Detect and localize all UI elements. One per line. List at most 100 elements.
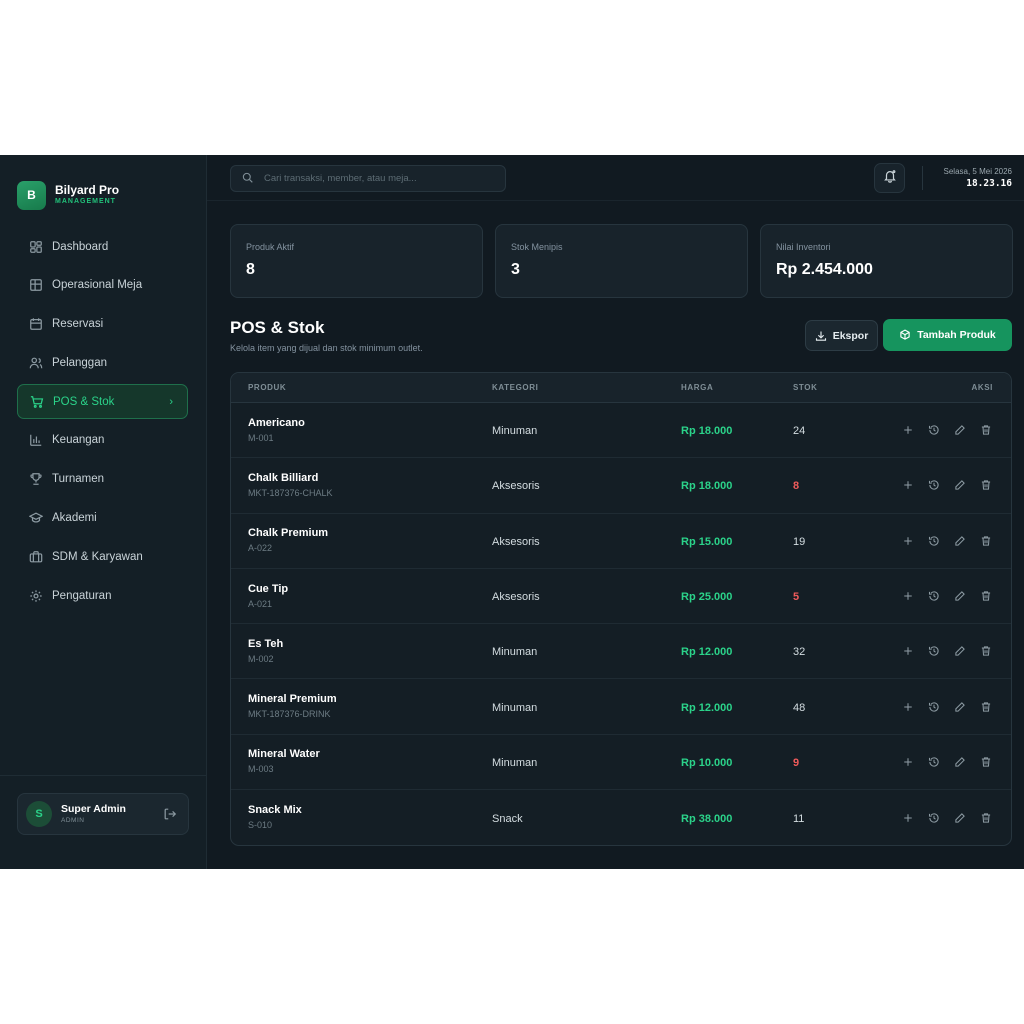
search-icon xyxy=(242,170,253,188)
table-grid-icon xyxy=(29,278,43,292)
column-header-harga[interactable]: HARGA xyxy=(681,383,793,392)
edit-icon[interactable] xyxy=(953,811,967,825)
sidebar-item-keuangan[interactable]: Keuangan xyxy=(17,423,188,458)
plus-icon[interactable] xyxy=(901,644,915,658)
edit-icon[interactable] xyxy=(953,755,967,769)
table-row[interactable]: Chalk Premium A-022 Aksesoris Rp 15.000 … xyxy=(231,514,1011,569)
trash-icon[interactable] xyxy=(979,478,993,492)
table-row[interactable]: Snack Mix S-010 Snack Rp 38.000 11 xyxy=(231,790,1011,845)
edit-icon[interactable] xyxy=(953,700,967,714)
product-sku: S-010 xyxy=(248,820,273,831)
plus-icon[interactable] xyxy=(901,478,915,492)
product-category: Aksesoris xyxy=(492,480,540,493)
plus-icon[interactable] xyxy=(901,589,915,603)
table-row[interactable]: Es Teh M-002 Minuman Rp 12.000 32 xyxy=(231,624,1011,680)
trash-icon[interactable] xyxy=(979,534,993,548)
trash-icon[interactable] xyxy=(979,700,993,714)
stat-label: Produk Aktif xyxy=(246,242,295,252)
sidebar-footer: S Super Admin ADMIN xyxy=(0,775,206,869)
product-category: Aksesoris xyxy=(492,535,540,548)
product-category: Aksesoris xyxy=(492,591,540,604)
stat-card-produk-aktif: Produk Aktif 8 xyxy=(230,224,483,298)
calendar-icon xyxy=(29,317,43,331)
product-category: Minuman xyxy=(492,646,538,659)
sidebar-item-operasional-meja[interactable]: Operasional Meja xyxy=(17,268,188,303)
app-window: B Bilyard Pro MANAGEMENT Dashboard Opera… xyxy=(0,155,1024,869)
sidebar-item-pelanggan[interactable]: Pelanggan xyxy=(17,345,188,380)
table-row[interactable]: Mineral Premium MKT-187376-DRINK Minuman… xyxy=(231,679,1011,735)
logout-icon[interactable] xyxy=(163,807,177,821)
trash-icon[interactable] xyxy=(979,811,993,825)
column-header-stok[interactable]: STOK xyxy=(793,383,868,392)
product-stock: 19 xyxy=(793,535,806,548)
brand: B Bilyard Pro MANAGEMENT xyxy=(0,155,206,217)
plus-icon[interactable] xyxy=(901,534,915,548)
history-icon[interactable] xyxy=(927,534,941,548)
export-button[interactable]: Ekspor xyxy=(805,320,878,351)
column-header-kategori[interactable]: KATEGORI xyxy=(492,383,681,392)
briefcase-icon xyxy=(29,550,43,564)
notification-button[interactable] xyxy=(874,163,905,193)
history-icon[interactable] xyxy=(927,589,941,603)
trash-icon[interactable] xyxy=(979,755,993,769)
history-icon[interactable] xyxy=(927,478,941,492)
cart-icon xyxy=(30,395,44,409)
section-header: POS & Stok Kelola item yang dijual dan s… xyxy=(230,318,423,353)
history-icon[interactable] xyxy=(927,644,941,658)
table-row[interactable]: Cue Tip A-021 Aksesoris Rp 25.000 5 xyxy=(231,569,1011,625)
edit-icon[interactable] xyxy=(953,589,967,603)
product-table: PRODUK KATEGORI HARGA STOK AKSI American… xyxy=(230,372,1012,846)
history-icon[interactable] xyxy=(927,811,941,825)
product-sku: A-021 xyxy=(248,598,273,609)
sidebar-item-label: SDM & Karyawan xyxy=(52,550,143,563)
page-subtitle: Kelola item yang dijual dan stok minimum… xyxy=(230,343,423,353)
edit-icon[interactable] xyxy=(953,423,967,437)
trash-icon[interactable] xyxy=(979,589,993,603)
sidebar-item-akademi[interactable]: Akademi xyxy=(17,501,188,536)
sidebar-item-sdm-karyawan[interactable]: SDM & Karyawan xyxy=(17,539,188,574)
product-sku: A-022 xyxy=(248,543,273,554)
trash-icon[interactable] xyxy=(979,423,993,437)
history-icon[interactable] xyxy=(927,700,941,714)
history-icon[interactable] xyxy=(927,755,941,769)
sidebar-item-pengaturan[interactable]: Pengaturan xyxy=(17,578,188,613)
table-row[interactable]: Chalk Billiard MKT-187376-CHALK Aksesori… xyxy=(231,458,1011,514)
stat-label: Nilai Inventori xyxy=(776,242,831,252)
user-card[interactable]: S Super Admin ADMIN xyxy=(17,793,189,835)
product-name: Chalk Billiard xyxy=(248,471,319,484)
sidebar-item-label: POS & Stok xyxy=(53,395,115,408)
edit-icon[interactable] xyxy=(953,644,967,658)
plus-icon[interactable] xyxy=(901,755,915,769)
product-name: Cue Tip xyxy=(248,582,289,595)
trash-icon[interactable] xyxy=(979,644,993,658)
user-name: Super Admin xyxy=(61,803,126,815)
table-body: Americano M-001 Minuman Rp 18.000 24 Cha… xyxy=(231,403,1011,845)
current-date: Selasa, 5 Mei 2026 xyxy=(943,167,1013,176)
column-header-produk[interactable]: PRODUK xyxy=(231,383,492,392)
search-input[interactable] xyxy=(264,173,484,184)
sidebar-item-pos-stok[interactable]: POS & Stok › xyxy=(17,384,188,420)
sidebar-item-reservasi[interactable]: Reservasi xyxy=(17,307,188,342)
product-name: Mineral Water xyxy=(248,748,320,761)
sidebar-item-dashboard[interactable]: Dashboard xyxy=(17,229,188,264)
graduation-cap-icon xyxy=(29,511,43,525)
edit-icon[interactable] xyxy=(953,478,967,492)
edit-icon[interactable] xyxy=(953,534,967,548)
sidebar: B Bilyard Pro MANAGEMENT Dashboard Opera… xyxy=(0,155,207,869)
datetime: Selasa, 5 Mei 2026 18.23.16 xyxy=(944,166,1013,190)
add-product-button[interactable]: Tambah Produk xyxy=(883,319,1012,351)
product-name: Americano xyxy=(248,416,305,429)
sidebar-item-label: Keuangan xyxy=(52,434,105,447)
sidebar-item-turnamen[interactable]: Turnamen xyxy=(17,462,188,497)
bell-icon xyxy=(883,169,897,188)
history-icon[interactable] xyxy=(927,423,941,437)
plus-icon[interactable] xyxy=(901,423,915,437)
plus-icon[interactable] xyxy=(901,811,915,825)
plus-icon[interactable] xyxy=(901,700,915,714)
product-sku: M-001 xyxy=(248,432,274,443)
search-bar[interactable] xyxy=(230,165,506,192)
table-row[interactable]: Americano M-001 Minuman Rp 18.000 24 xyxy=(231,403,1011,459)
stat-label: Stok Menipis xyxy=(511,242,563,252)
table-row[interactable]: Mineral Water M-003 Minuman Rp 10.000 9 xyxy=(231,735,1011,791)
product-sku: M-003 xyxy=(248,764,274,775)
